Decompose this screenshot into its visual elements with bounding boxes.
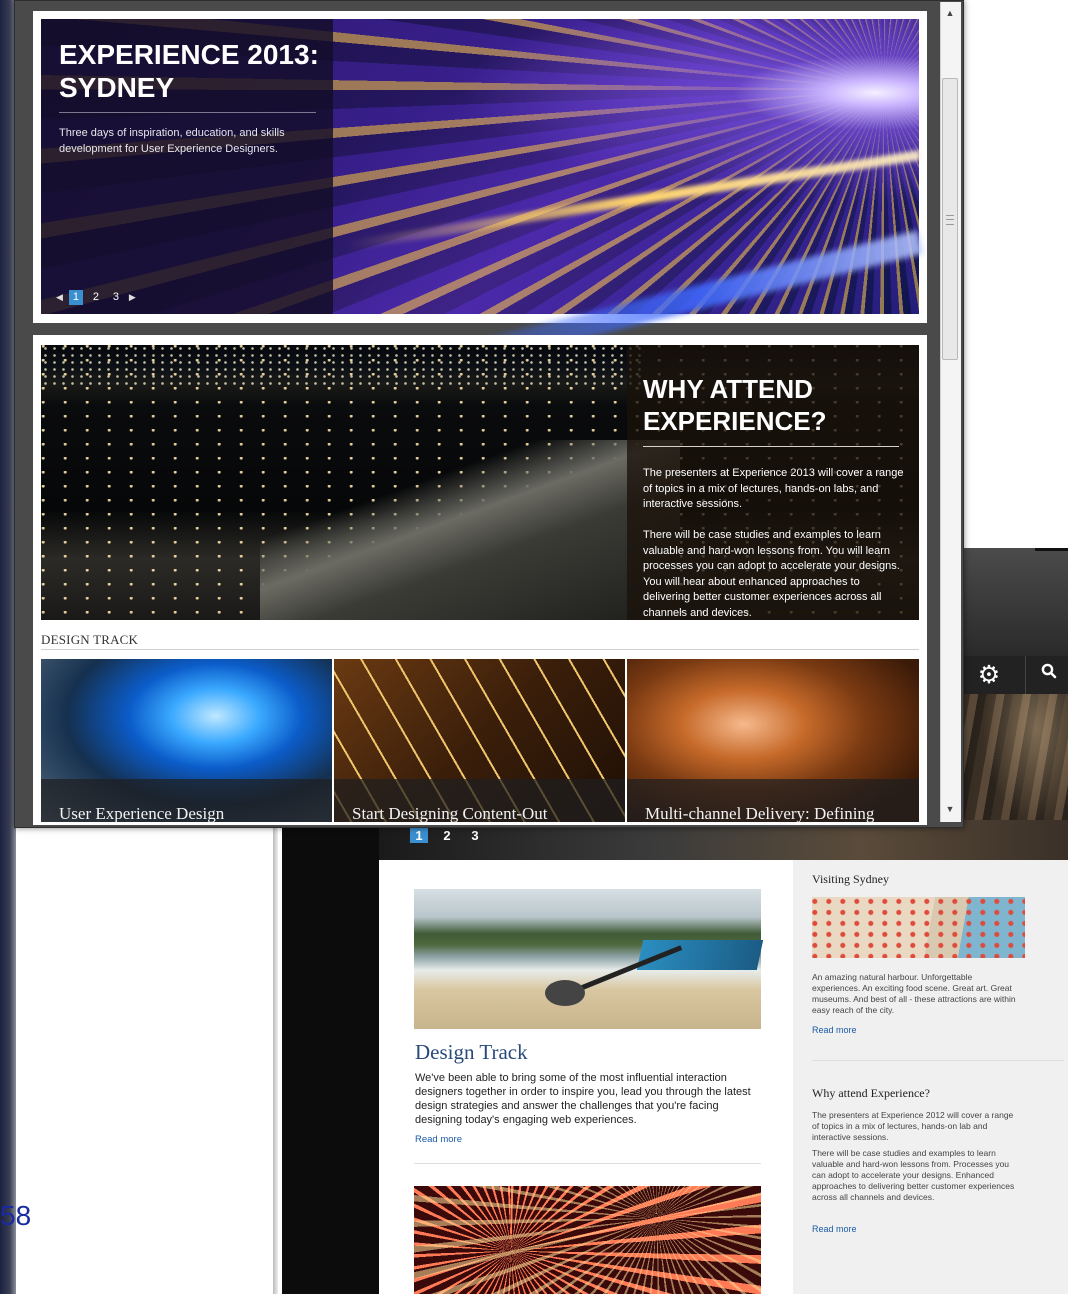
hero-subtitle: Three days of inspiration, education, an… (59, 127, 285, 155)
background-pager-item-1[interactable]: 1 (410, 827, 428, 843)
design-track-read-more-link[interactable]: Read more (415, 1134, 462, 1145)
hero-divider (59, 112, 316, 113)
pager-next-icon[interactable]: ▶ (129, 292, 136, 303)
background-pager-item-3[interactable]: 3 (466, 828, 484, 843)
icon-bar-divider (1025, 656, 1026, 694)
design-track-label: DESIGN TRACK (41, 632, 139, 647)
track-card-ux-design[interactable]: User Experience Design (41, 659, 332, 822)
beach-photo-propeller (545, 980, 585, 1006)
search-icon-graphic (1041, 663, 1057, 679)
fireworks-photo (414, 1186, 761, 1294)
background-pager: 1 2 3 (410, 826, 484, 844)
beach-crowd-photo (812, 897, 1025, 958)
track-card-multi-channel[interactable]: Multi-channel Delivery: Defining (627, 659, 919, 822)
scroll-down-icon[interactable]: ▼ (943, 802, 957, 816)
scrollbar-grip-icon (946, 215, 954, 225)
why-attend-paragraph-2: There will be case studies and examples … (643, 529, 900, 619)
visiting-sydney-heading: Visiting Sydney (812, 872, 889, 886)
why-attend-text-2: There will be case studies and examples … (812, 1148, 1015, 1202)
why-attend-heading: Why attend Experience? (812, 1086, 930, 1100)
content-divider (414, 1163, 761, 1164)
track-card-content-out[interactable]: Start Designing Content-Out (334, 659, 625, 822)
slide-number: 58 (0, 1200, 32, 1231)
sidebar-divider (812, 1060, 1064, 1061)
background-header-line (1035, 548, 1068, 551)
visiting-sydney-text: An amazing natural harbour. Unforgettabl… (812, 972, 1016, 1015)
background-document-edge (273, 820, 278, 1294)
hero-pager-item-1[interactable]: 1 (68, 289, 83, 305)
design-track-text: We've been able to bring some of the mos… (415, 1072, 751, 1126)
scroll-up-icon[interactable]: ▲ (943, 6, 957, 20)
background-header-bar (960, 548, 1068, 656)
city-lights (41, 345, 641, 385)
card-title[interactable]: Multi-channel Delivery: Defining (645, 804, 874, 822)
hero-title: EXPERIENCE 2013: SYDNEY (59, 39, 319, 103)
card-title[interactable]: User Experience Design (59, 804, 224, 822)
why-attend-paragraph-1: The presenters at Experience 2013 will c… (643, 467, 904, 511)
search-icon[interactable] (1036, 662, 1062, 688)
visiting-sydney-read-more-link[interactable]: Read more (812, 1025, 857, 1035)
hero-pager: ◀ 1 2 3 ▶ (56, 289, 136, 305)
card-title[interactable]: Start Designing Content-Out (352, 804, 547, 822)
why-attend-text-1: The presenters at Experience 2012 will c… (812, 1110, 1014, 1142)
pager-prev-icon[interactable]: ◀ (56, 292, 63, 303)
why-attend-read-more-link[interactable]: Read more (812, 1224, 857, 1234)
background-dark-column (282, 820, 379, 1294)
background-pager-item-2[interactable]: 2 (438, 828, 456, 843)
why-attend-title: WHY ATTEND EXPERIENCE? (643, 374, 827, 436)
hero-pager-item-3[interactable]: 3 (109, 290, 123, 305)
gear-icon[interactable]: ⚙ (975, 661, 1003, 689)
design-track-heading[interactable]: Design Track (415, 1040, 528, 1065)
hero-pager-item-2[interactable]: 2 (89, 290, 103, 305)
design-track-divider (41, 649, 919, 650)
why-attend-divider (643, 446, 899, 447)
